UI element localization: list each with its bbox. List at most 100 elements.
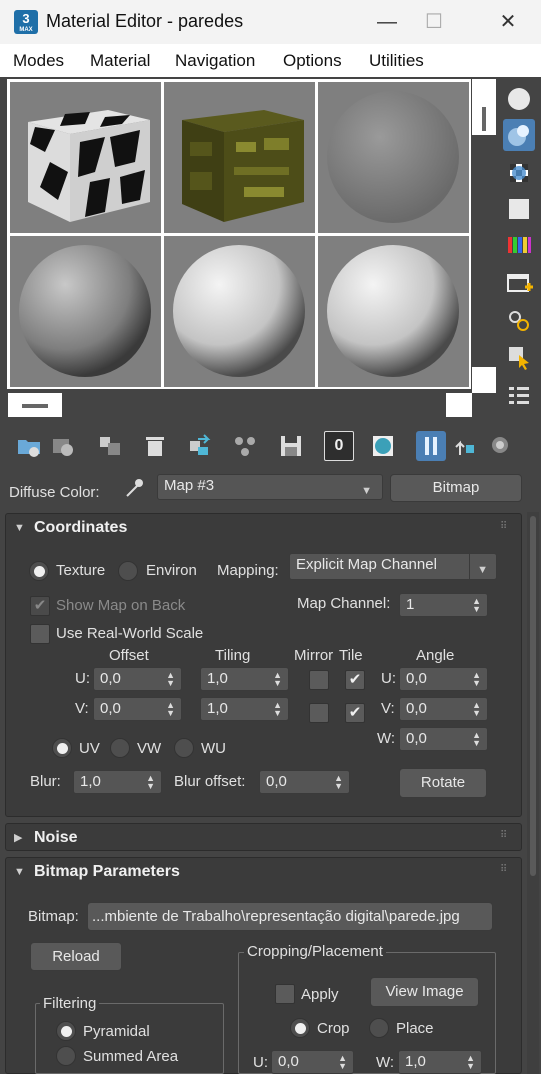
uv-radio[interactable] [52, 738, 72, 758]
close-button[interactable]: ✕ [486, 8, 530, 36]
go-to-parent-icon[interactable] [450, 431, 480, 461]
mirror-u-checkbox[interactable] [309, 670, 329, 690]
put-material-icon[interactable] [48, 431, 78, 461]
horizontal-scrollbar[interactable] [8, 393, 62, 417]
show-end-result-icon[interactable] [416, 431, 446, 461]
bitmap-type-button[interactable]: Bitmap [390, 474, 522, 502]
noise-grip-icon[interactable]: ⠿ [500, 830, 507, 841]
show-shaded-icon[interactable] [368, 431, 398, 461]
rotate-button[interactable]: Rotate [399, 768, 487, 798]
wu-radio[interactable] [174, 738, 194, 758]
panel-scroll-thumb[interactable] [530, 516, 536, 876]
minimize-button[interactable]: — [365, 8, 409, 36]
offset-u-spinner[interactable]: 0,0 ▲ ▼ [93, 667, 182, 691]
eyedropper-icon[interactable] [122, 476, 146, 500]
blur-offset-spinner[interactable]: 0,0 ▲ ▼ [259, 770, 350, 794]
mapping-dropdown[interactable]: Explicit Map Channel ▼ [289, 553, 497, 580]
spinner-arrows-icon[interactable]: ▲ ▼ [273, 671, 282, 688]
mirror-v-checkbox[interactable] [309, 703, 329, 723]
bitmap-parameters-header[interactable]: Bitmap Parameters [34, 863, 180, 881]
mirror-column-header: Mirror [294, 647, 334, 664]
panel-scrollbar[interactable] [527, 512, 539, 1074]
menu-modes[interactable]: Modes [13, 51, 64, 71]
coordinates-header[interactable]: Coordinates [34, 519, 127, 537]
menu-utilities[interactable]: Utilities [369, 51, 424, 71]
material-options-icon[interactable] [503, 305, 535, 337]
sample-slot-concrete-sphere[interactable] [8, 234, 163, 389]
crop-u-spinner[interactable]: 0,0 ▲ ▼ [271, 1050, 354, 1074]
save-icon[interactable] [276, 431, 306, 461]
spinner-arrows-icon[interactable]: ▲ ▼ [472, 731, 481, 748]
spinner-arrows-icon[interactable]: ▲ ▼ [338, 1054, 347, 1071]
sample-slot-gray-sphere[interactable] [318, 82, 469, 233]
noise-expand-icon[interactable]: ▶ [14, 831, 22, 844]
material-id-channel-icon[interactable]: 0 [324, 431, 354, 461]
vw-radio[interactable] [110, 738, 130, 758]
horizontal-scroll-thumb[interactable] [22, 404, 48, 408]
environ-radio[interactable] [118, 561, 138, 581]
sample-type-icon[interactable] [503, 83, 535, 115]
sample-slot-white-sphere-2[interactable] [318, 236, 469, 387]
crop-radio[interactable] [290, 1018, 310, 1038]
tile-u-checkbox[interactable]: ✔ [345, 670, 365, 690]
menu-options[interactable]: Options [283, 51, 342, 71]
spinner-arrows-icon[interactable]: ▲ ▼ [273, 701, 282, 718]
tiling-v-spinner[interactable]: 1,0 ▲ ▼ [200, 697, 289, 721]
delete-icon[interactable] [140, 431, 170, 461]
make-preview-icon[interactable] [503, 267, 535, 299]
gray-sphere-preview [327, 91, 459, 223]
vertical-scroll-thumb[interactable] [482, 107, 486, 131]
assign-to-selection-icon[interactable] [96, 431, 126, 461]
backlight-icon[interactable] [503, 119, 535, 151]
map-name-field[interactable]: Map #3 ▼ [157, 474, 383, 500]
background-icon[interactable] [503, 157, 535, 189]
go-forward-icon[interactable] [486, 431, 516, 461]
reload-button[interactable]: Reload [30, 942, 122, 971]
apply-checkbox[interactable] [275, 984, 295, 1004]
material-map-navigator-icon[interactable] [503, 379, 535, 411]
sample-slot-white-sphere[interactable] [164, 236, 315, 387]
spinner-arrows-icon[interactable]: ▲ ▼ [166, 671, 175, 688]
select-by-material-icon[interactable] [503, 341, 535, 373]
spinner-arrows-icon[interactable]: ▲ ▼ [472, 671, 481, 688]
crop-w-spinner[interactable]: 1,0 ▲ ▼ [398, 1050, 482, 1074]
show-map-on-back-checkbox[interactable]: ✔ [30, 596, 50, 616]
bitmap-grip-icon[interactable]: ⠿ [500, 864, 507, 875]
pyramidal-radio[interactable] [56, 1021, 76, 1041]
video-color-check-icon[interactable] [503, 229, 535, 261]
sample-uv-tiling-icon[interactable] [503, 193, 535, 225]
view-image-button[interactable]: View Image [370, 977, 479, 1007]
maximize-button[interactable]: ☐ [412, 8, 456, 36]
spinner-arrows-icon[interactable]: ▲ ▼ [472, 701, 481, 718]
spinner-arrows-icon[interactable]: ▲ ▼ [166, 701, 175, 718]
map-channel-spinner[interactable]: 1 ▲ ▼ [399, 593, 488, 617]
place-radio[interactable] [369, 1018, 389, 1038]
get-material-icon[interactable] [14, 431, 44, 461]
put-to-library-icon[interactable] [230, 431, 260, 461]
spinner-arrows-icon[interactable]: ▲ ▼ [146, 774, 155, 791]
spinner-arrows-icon[interactable]: ▲ ▼ [472, 597, 481, 614]
sample-slot-textured-cube[interactable] [164, 82, 315, 233]
bitmap-path-button[interactable]: ...mbiente de Trabalho\representação dig… [87, 902, 493, 931]
angle-w-spinner[interactable]: 0,0 ▲ ▼ [399, 727, 488, 751]
angle-v-spinner[interactable]: 0,0 ▲ ▼ [399, 697, 488, 721]
menu-material[interactable]: Material [90, 51, 150, 71]
tile-v-checkbox[interactable]: ✔ [345, 703, 365, 723]
summed-area-radio[interactable] [56, 1046, 76, 1066]
spinner-arrows-icon[interactable]: ▲ ▼ [466, 1054, 475, 1071]
spinner-arrows-icon[interactable]: ▲ ▼ [334, 774, 343, 791]
noise-header[interactable]: Noise [34, 829, 78, 847]
vertical-scrollbar[interactable] [472, 79, 496, 135]
make-unique-icon[interactable] [184, 431, 214, 461]
use-real-world-scale-checkbox[interactable] [30, 624, 50, 644]
menu-navigation[interactable]: Navigation [175, 51, 255, 71]
coordinates-grip-icon[interactable]: ⠿ [500, 521, 507, 532]
tiling-u-spinner[interactable]: 1,0 ▲ ▼ [200, 667, 289, 691]
angle-u-spinner[interactable]: 0,0 ▲ ▼ [399, 667, 488, 691]
sample-slot-checker-cube[interactable] [10, 82, 161, 233]
blur-spinner[interactable]: 1,0 ▲ ▼ [73, 770, 162, 794]
offset-v-spinner[interactable]: 0,0 ▲ ▼ [93, 697, 182, 721]
texture-radio[interactable] [29, 561, 49, 581]
coordinates-collapse-icon[interactable]: ▼ [14, 522, 25, 534]
bitmap-collapse-icon[interactable]: ▼ [14, 866, 25, 878]
